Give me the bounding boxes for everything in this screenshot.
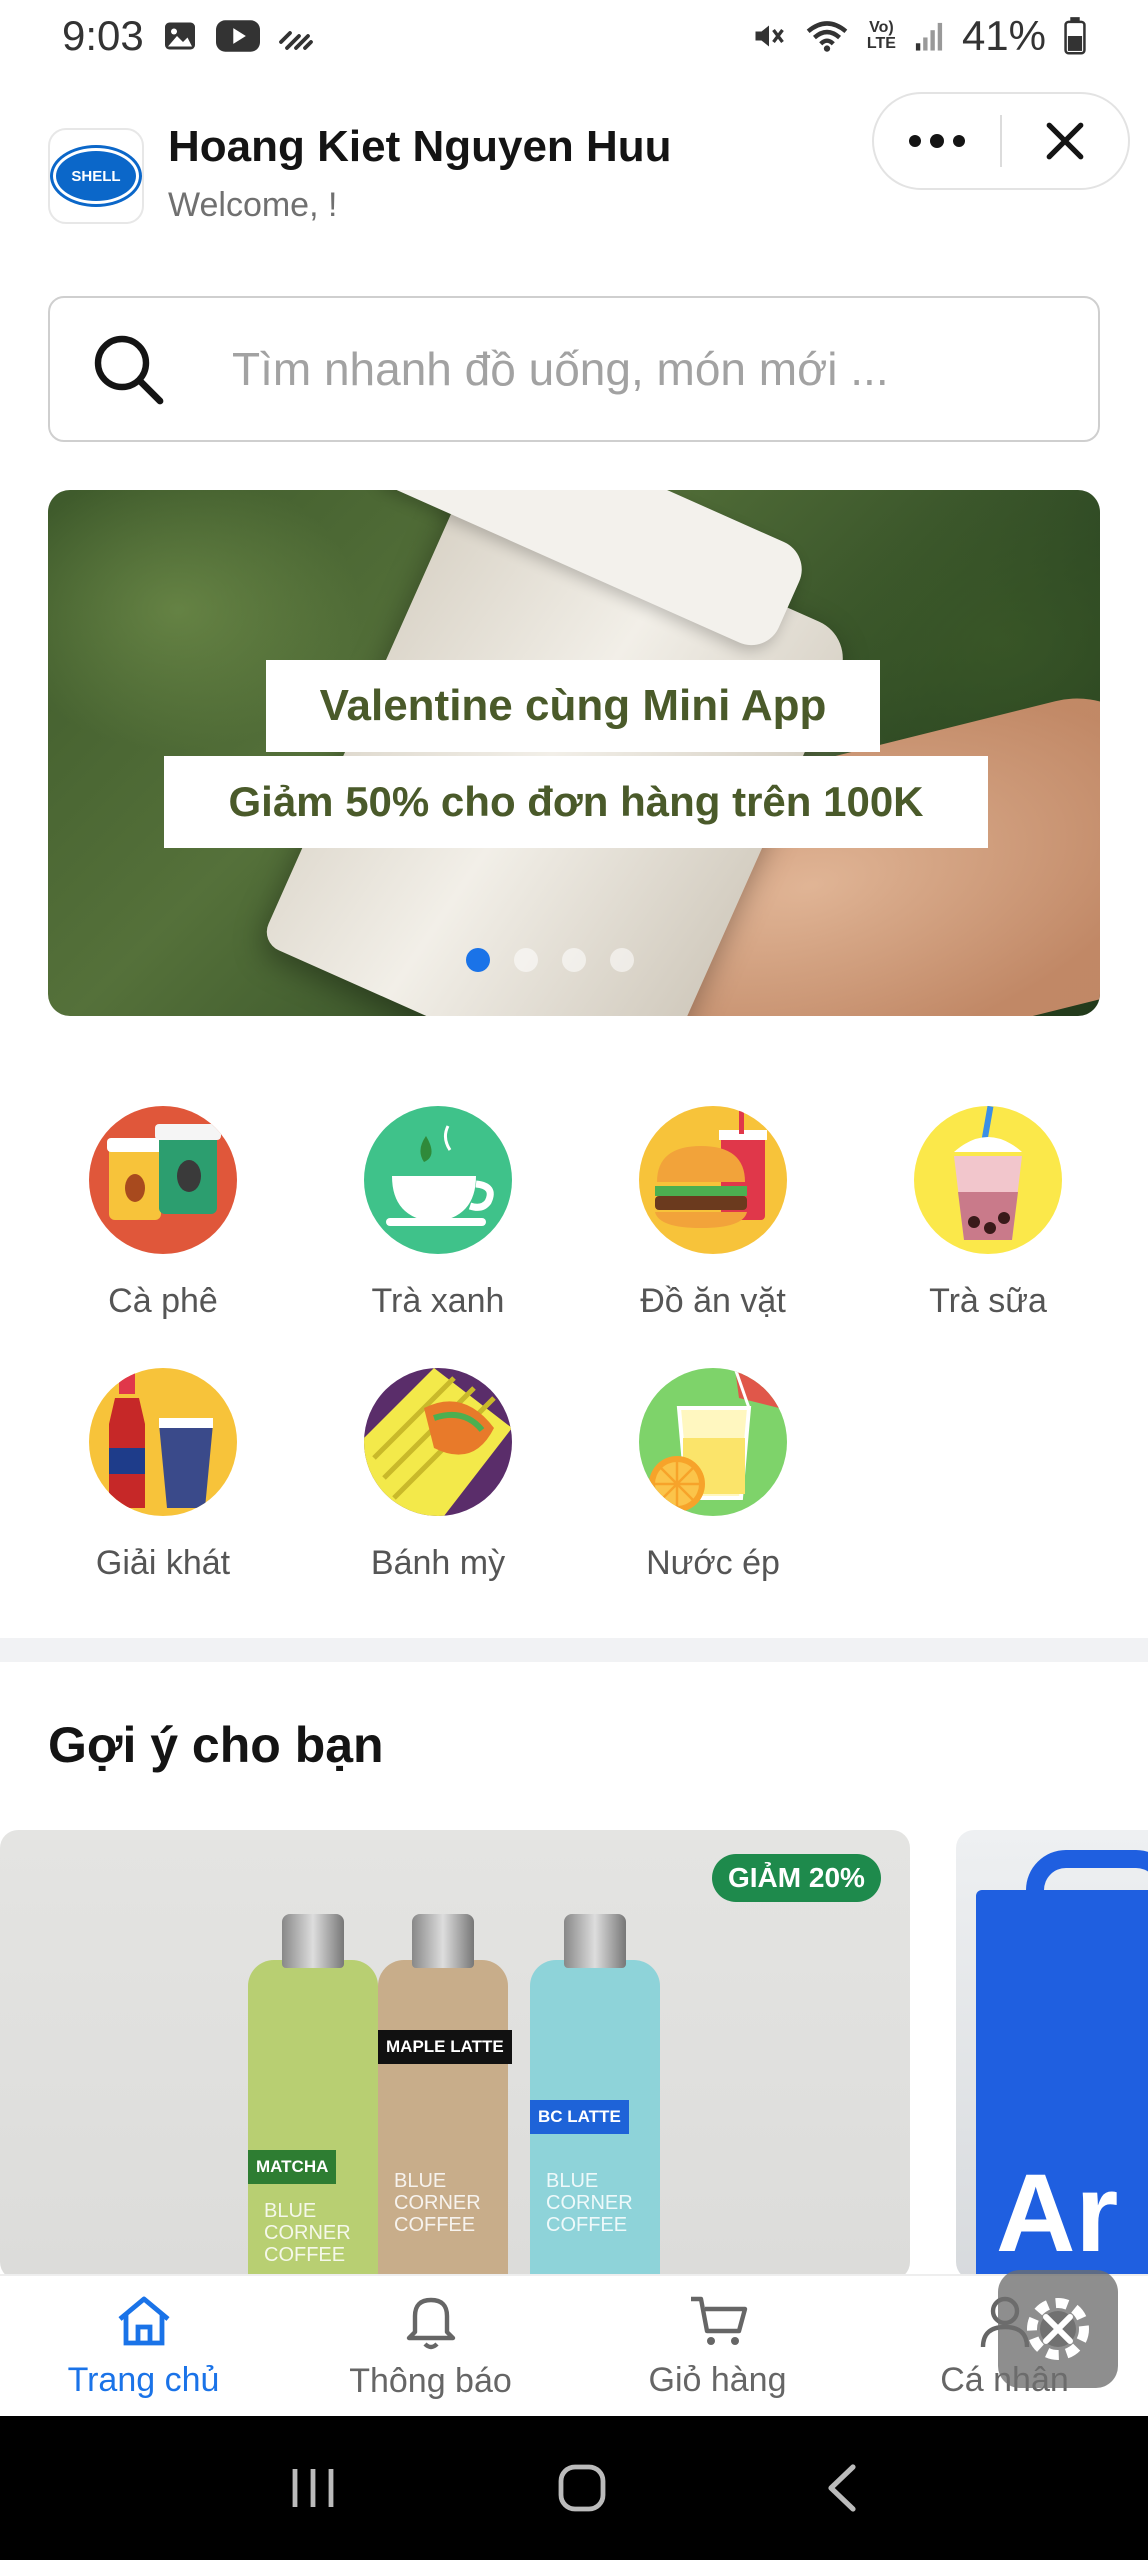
battery-percent: 41% bbox=[961, 12, 1046, 59]
bell-icon bbox=[406, 2297, 455, 2349]
banner-title: Valentine cùng Mini App bbox=[266, 660, 880, 752]
bottle-label: BC LATTE bbox=[530, 2100, 629, 2134]
category-item[interactable]: Giải khát bbox=[48, 1368, 278, 1583]
category-item[interactable]: Bánh mỳ bbox=[323, 1368, 553, 1583]
more-options-button[interactable] bbox=[874, 94, 1000, 188]
category-item[interactable]: Trà sữa bbox=[873, 1106, 1103, 1321]
category-label: Đồ ăn vặt bbox=[640, 1282, 786, 1320]
banner-pagination bbox=[466, 948, 634, 972]
settings-tools-icon bbox=[1027, 2298, 1089, 2360]
welcome-text: Welcome, ! bbox=[168, 186, 338, 224]
bottle-brand: BLUE CORNER COFFEE bbox=[264, 2200, 351, 2266]
back-icon[interactable] bbox=[825, 2463, 859, 2513]
green-tea-icon bbox=[364, 1106, 512, 1254]
banner-dot[interactable] bbox=[562, 948, 586, 972]
banner-dot[interactable] bbox=[514, 948, 538, 972]
category-label: Giải khát bbox=[95, 1544, 231, 1582]
close-icon bbox=[1046, 122, 1084, 160]
bottom-navigation: Trang chủ Thông báo Giỏ hàng Cá nhân bbox=[0, 2274, 1148, 2416]
more-dots-icon bbox=[909, 134, 965, 148]
category-item[interactable]: Trà xanh bbox=[323, 1106, 553, 1321]
category-label: Nước ép bbox=[646, 1544, 780, 1582]
search-bar[interactable] bbox=[48, 296, 1100, 442]
home-button-icon[interactable] bbox=[557, 2463, 607, 2513]
tote-bag-image: Ar bbox=[976, 1890, 1148, 2280]
nav-label: Thông báo bbox=[349, 2361, 512, 2400]
user-name: Hoang Kiet Nguyen Huu bbox=[168, 122, 672, 171]
shell-logo-badge: SHELL bbox=[53, 148, 139, 204]
nav-label: Trang chủ bbox=[67, 2360, 220, 2399]
juice-icon bbox=[639, 1368, 787, 1516]
status-right: Vo) LTE 41% bbox=[751, 12, 1086, 60]
wifi-icon bbox=[805, 18, 849, 54]
banner-dot[interactable] bbox=[610, 948, 634, 972]
app-logo: SHELL bbox=[48, 128, 144, 224]
bottle-cap bbox=[412, 1914, 474, 1968]
product-card[interactable]: Ar bbox=[956, 1830, 1148, 2280]
product-card[interactable]: GIẢM 20% MATCHA BLUE CORNER COFFEE MAPLE… bbox=[0, 1830, 910, 2280]
miniapp-capsule bbox=[872, 92, 1130, 190]
bread-icon bbox=[364, 1368, 512, 1516]
battery-icon bbox=[1064, 17, 1086, 55]
matcha-bottle: MATCHA BLUE CORNER COFFEE bbox=[248, 1914, 378, 2280]
banner-subtitle: Giảm 50% cho đơn hàng trên 100K bbox=[164, 756, 988, 848]
home-icon bbox=[117, 2296, 170, 2345]
bottle-label: MAPLE LATTE bbox=[378, 2030, 512, 2064]
suggestions-title: Gợi ý cho bạn bbox=[48, 1717, 384, 1773]
bag-text: Ar bbox=[996, 2152, 1119, 2275]
floating-tools-button[interactable] bbox=[998, 2270, 1118, 2388]
volte-bottom-label: LTE bbox=[866, 35, 896, 52]
nav-notifications[interactable]: Thông báo bbox=[287, 2276, 574, 2416]
nav-cart[interactable]: Giỏ hàng bbox=[574, 2276, 861, 2416]
volte-top-label: Vo) bbox=[869, 19, 894, 36]
volte-icon: Vo) LTE bbox=[867, 20, 896, 52]
bc-latte-bottle: BC LATTE BLUE CORNER COFFEE bbox=[530, 1914, 660, 2280]
cell-signal-icon bbox=[914, 20, 944, 52]
bottle-brand: BLUE CORNER COFFEE bbox=[546, 2170, 633, 2236]
maple-latte-bottle: MAPLE LATTE BLUE CORNER COFFEE bbox=[378, 1914, 512, 2280]
milk-tea-icon bbox=[914, 1106, 1062, 1254]
category-label: Trà sữa bbox=[929, 1282, 1047, 1320]
banner-dot[interactable] bbox=[466, 948, 490, 972]
category-label: Bánh mỳ bbox=[370, 1544, 506, 1582]
bottle-brand: BLUE CORNER COFFEE bbox=[394, 2170, 481, 2236]
app-header: SHELL Hoang Kiet Nguyen Huu Welcome, ! bbox=[0, 92, 1148, 252]
soft-drink-icon bbox=[89, 1368, 237, 1516]
recent-apps-icon[interactable] bbox=[289, 2465, 339, 2511]
bottle-cap bbox=[282, 1914, 344, 1968]
category-item[interactable]: Nước ép bbox=[598, 1368, 828, 1583]
coffee-icon bbox=[89, 1106, 237, 1254]
image-icon bbox=[162, 18, 198, 54]
mute-icon bbox=[751, 18, 787, 54]
discount-badge: GIẢM 20% bbox=[712, 1854, 881, 1902]
nav-label: Giỏ hàng bbox=[648, 2360, 787, 2399]
nav-home[interactable]: Trang chủ bbox=[0, 2276, 287, 2416]
search-icon bbox=[94, 335, 164, 405]
snack-icon bbox=[639, 1106, 787, 1254]
cart-icon bbox=[690, 2296, 747, 2345]
category-item[interactable]: Đồ ăn vặt bbox=[598, 1106, 828, 1321]
status-left: 9:03 bbox=[62, 12, 314, 60]
bottle-label: MATCHA bbox=[248, 2150, 337, 2184]
status-bar: 9:03 Vo) LTE 41% bbox=[0, 0, 1148, 72]
signal-waves-icon bbox=[278, 21, 314, 51]
category-label: Trà xanh bbox=[371, 1282, 505, 1320]
system-navigation-bar bbox=[0, 2416, 1148, 2560]
search-input[interactable] bbox=[232, 342, 1012, 396]
category-label: Cà phê bbox=[108, 1282, 218, 1320]
youtube-icon bbox=[215, 19, 260, 53]
status-time: 9:03 bbox=[62, 12, 144, 59]
category-item[interactable]: Cà phê bbox=[48, 1106, 278, 1321]
close-button[interactable] bbox=[1002, 94, 1128, 188]
promo-banner[interactable]: Valentine cùng Mini App Giảm 50% cho đơn… bbox=[48, 490, 1100, 1016]
section-divider bbox=[0, 1638, 1148, 1662]
bottle-cap bbox=[564, 1914, 626, 1968]
